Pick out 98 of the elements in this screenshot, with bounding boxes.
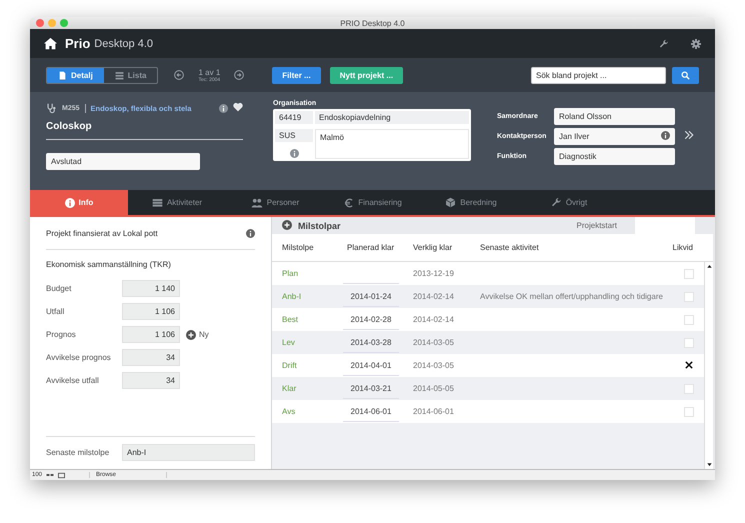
column-header: Likvid <box>672 243 693 252</box>
amount-field[interactable]: 1 106 <box>122 326 180 343</box>
checkbox[interactable] <box>684 314 694 324</box>
date-field[interactable]: 2014-06-01 <box>343 402 399 422</box>
table-cell-text: 2014-06-01 <box>413 407 455 416</box>
search-field[interactable]: Sök bland projekt ... <box>531 66 666 84</box>
contact-field[interactable]: Diagnostik <box>554 148 675 165</box>
date-field[interactable]: 2014-02-28 <box>343 310 399 330</box>
cube-icon <box>445 197 456 208</box>
table-cell: Avvikelse OK mellan offert/upphandling och tidigare <box>480 292 664 301</box>
info-icon <box>64 198 75 208</box>
org-name: Endoskopiavdelning <box>315 111 469 124</box>
search-button[interactable] <box>672 66 699 84</box>
checked-x-icon <box>684 360 694 370</box>
checkbox[interactable] <box>684 406 694 416</box>
list-icon <box>152 197 163 208</box>
scroll-up-icon <box>706 264 712 269</box>
field-label: Avvikelse prognos <box>46 353 112 362</box>
start-label: Projektstart <box>576 221 617 230</box>
table-cell-text: 2014-05-05 <box>413 384 455 393</box>
new-project-button[interactable]: Nytt projekt ... <box>330 66 404 84</box>
expand-icon <box>683 129 695 141</box>
plus-icon <box>186 330 196 340</box>
date-field[interactable]: 2014-01-24 <box>343 286 399 306</box>
status-field[interactable]: Avslutad <box>46 153 200 170</box>
info-icon <box>290 148 298 158</box>
brand-name: Prio <box>65 36 90 51</box>
tab[interactable]: Personer <box>226 190 324 215</box>
window-title: PRIO Desktop 4.0 <box>340 18 405 28</box>
tab[interactable]: Aktiviteter <box>128 190 226 215</box>
funding-note: Projekt finansierat av Lokal pott <box>46 228 158 238</box>
info-icon <box>661 131 670 140</box>
field-label: Avvikelse utfall <box>46 376 100 385</box>
org-code: 64419 <box>275 111 313 124</box>
previous-icon <box>174 70 184 80</box>
checkbox[interactable] <box>684 384 694 394</box>
settings-icon <box>691 38 701 48</box>
start-field[interactable] <box>635 217 695 234</box>
wrench-icon <box>550 197 562 208</box>
next-icon <box>234 70 244 80</box>
document-icon <box>58 70 67 80</box>
amount-field[interactable]: 1 140 <box>122 280 180 297</box>
date-field[interactable]: 2014-04-01 <box>343 356 399 376</box>
amount-field[interactable]: 1 106 <box>122 303 180 320</box>
info-icon <box>219 104 228 112</box>
field-label: Budget <box>46 284 72 293</box>
table-cell-text: 2013-12-19 <box>413 269 455 278</box>
home-icon <box>44 37 57 50</box>
table-cell-text: 2014-03-05 <box>413 338 455 347</box>
contact-field[interactable]: Roland Olsson <box>554 108 675 125</box>
date-field[interactable]: 2014-03-28 <box>343 332 399 352</box>
milestones-title: Milstolpar <box>298 220 341 230</box>
zoom-icon <box>46 471 54 479</box>
record-position: 1 av 1 <box>198 68 220 76</box>
milestone-field[interactable]: Anb-I <box>122 444 255 460</box>
heart-icon <box>233 102 243 112</box>
org-code: SUS <box>275 129 313 142</box>
tab[interactable]: Beredning <box>422 190 520 215</box>
field-label: Utfall <box>46 307 66 316</box>
table-cell-text: 2014-02-14 <box>413 315 455 324</box>
milestone-name[interactable]: Plan <box>282 269 347 278</box>
contact-field[interactable]: Jan Ilver <box>554 128 675 145</box>
people-icon <box>250 196 263 208</box>
org-name: Malmö <box>315 129 469 159</box>
column-header: Planerad klar <box>347 243 396 252</box>
toolbar-toggle-icon <box>58 472 66 478</box>
list-icon <box>114 70 124 80</box>
scroll-down-icon <box>706 462 712 467</box>
view-tab[interactable]: Lista <box>104 68 158 82</box>
wrench-icon <box>659 38 669 48</box>
search-icon <box>681 70 690 80</box>
stethoscope-icon <box>46 102 57 114</box>
tab[interactable]: Finansiering <box>324 190 422 215</box>
amount-field[interactable]: 34 <box>122 372 180 389</box>
table-cell-text: 2014-03-05 <box>413 361 455 370</box>
date-field[interactable]: 2014-03-21 <box>343 378 399 398</box>
add-milestone-button[interactable] <box>282 220 292 232</box>
field-label: Prognos <box>46 330 77 339</box>
column-header: Senaste aktivitet <box>480 243 540 252</box>
info-icon <box>246 228 255 238</box>
checkbox[interactable] <box>684 292 694 302</box>
column-header: Milstolpe <box>282 243 315 252</box>
table-cell-text: 2014-02-14 <box>413 292 455 301</box>
add-button[interactable]: Ny <box>186 330 209 340</box>
amount-field[interactable]: 34 <box>122 349 180 366</box>
view-tab[interactable]: Detalj <box>47 68 104 82</box>
euro-icon <box>344 198 354 208</box>
product-name: Desktop 4.0 <box>94 38 153 50</box>
tab[interactable]: Info <box>30 190 128 215</box>
checkbox[interactable] <box>684 338 694 348</box>
field-label: Senaste milstolpe <box>46 448 110 456</box>
section-title: Ekonomisk sammanställning (TKR) <box>46 259 172 271</box>
checkbox[interactable] <box>684 268 694 278</box>
plus-icon <box>282 220 292 230</box>
project-name: Coloskop <box>46 114 243 140</box>
filter-button[interactable]: Filter ... <box>272 66 321 84</box>
tab[interactable]: Övrigt <box>520 190 618 215</box>
column-header: Verklig klar <box>413 243 454 252</box>
